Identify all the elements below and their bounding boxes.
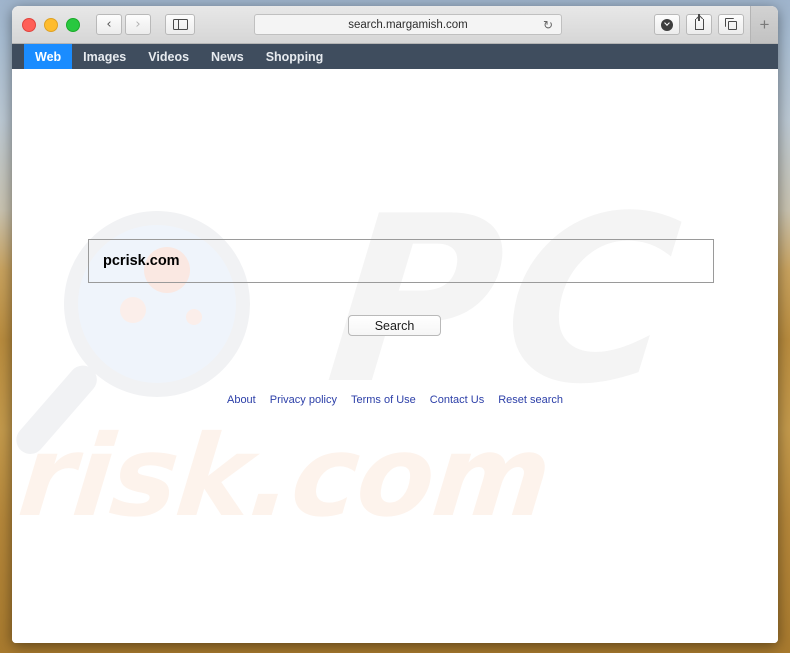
footer-link-reset-search[interactable]: Reset search — [498, 394, 563, 406]
magnifier-handle — [12, 359, 103, 460]
footer-links: About Privacy policy Terms of Use Contac… — [12, 394, 778, 406]
nav-item-videos[interactable]: Videos — [137, 44, 200, 69]
reload-icon[interactable]: ↻ — [543, 19, 553, 31]
url-text: search.margamish.com — [348, 18, 468, 31]
chevron-right-icon: › — [135, 17, 141, 32]
browser-toolbar: ‹ › search.margamish.com ↻ + — [12, 6, 778, 44]
footer-link-privacy-policy[interactable]: Privacy policy — [270, 394, 337, 406]
zoom-window-button[interactable] — [66, 17, 80, 32]
nav-item-shopping[interactable]: Shopping — [255, 44, 335, 69]
footer-link-contact-us[interactable]: Contact Us — [430, 394, 484, 406]
toolbar-right-buttons — [654, 14, 744, 35]
nav-item-news[interactable]: News — [200, 44, 255, 69]
close-window-button[interactable] — [22, 17, 36, 32]
tabs-icon — [725, 18, 737, 30]
show-sidebar-button[interactable] — [165, 14, 195, 35]
new-tab-button[interactable]: + — [750, 6, 778, 43]
minimize-window-button[interactable] — [44, 17, 58, 32]
search-input[interactable] — [88, 239, 714, 283]
chevron-left-icon: ‹ — [106, 17, 112, 32]
desktop-background: ‹ › search.margamish.com ↻ + Web Images … — [0, 0, 790, 653]
forward-button[interactable]: › — [125, 14, 151, 35]
footer-link-about[interactable]: About — [227, 394, 256, 406]
search-button[interactable]: Search — [348, 315, 441, 336]
sidebar-toggle-wrap — [165, 14, 195, 35]
show-tabs-button[interactable] — [718, 14, 744, 35]
footer-link-terms-of-use[interactable]: Terms of Use — [351, 394, 416, 406]
share-button[interactable] — [686, 14, 712, 35]
site-navigation-bar: Web Images Videos News Shopping — [12, 44, 778, 69]
download-icon — [661, 18, 673, 31]
page-content: risk.com PC Search About Privacy policy … — [12, 69, 778, 643]
pc-watermark-text: PC — [318, 168, 696, 435]
downloads-button[interactable] — [654, 14, 680, 35]
nav-item-web[interactable]: Web — [24, 44, 73, 69]
navigation-buttons: ‹ › — [96, 14, 151, 35]
decorative-dot-small — [186, 309, 202, 325]
window-controls — [22, 17, 80, 32]
risk-watermark-text: risk.com — [13, 412, 557, 542]
decorative-dot-medium — [120, 297, 146, 323]
share-icon — [694, 14, 704, 30]
back-button[interactable]: ‹ — [96, 14, 122, 35]
sidebar-icon — [172, 19, 188, 30]
browser-window: ‹ › search.margamish.com ↻ + Web Images … — [12, 6, 778, 643]
nav-item-images[interactable]: Images — [72, 44, 137, 69]
address-bar[interactable]: search.margamish.com ↻ — [254, 14, 562, 35]
